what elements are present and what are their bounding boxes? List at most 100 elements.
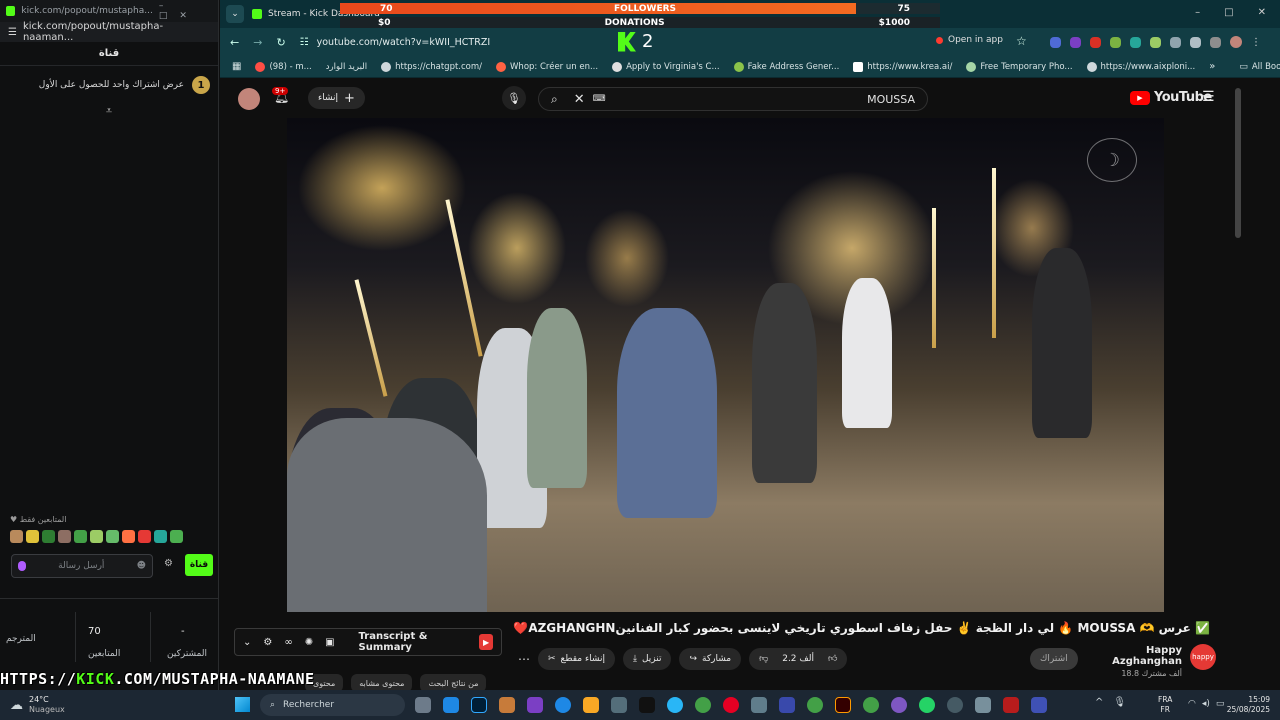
weather-widget[interactable]: ☁ 24°C Nuageux xyxy=(10,695,65,715)
app-icon[interactable] xyxy=(807,697,823,713)
search-box[interactable]: ⌕ ✕ ⌨ MOUSSA xyxy=(538,87,928,111)
create-button[interactable]: إنشاء + xyxy=(308,87,365,109)
bookmark-item[interactable]: https://www.aixploni... xyxy=(1086,61,1195,72)
forward-icon[interactable]: → xyxy=(253,36,262,49)
clear-search-icon[interactable]: ✕ xyxy=(574,92,585,107)
address-bar[interactable]: youtube.com/watch?v=kWII_HCTRZI xyxy=(317,37,491,48)
app-icon[interactable] xyxy=(751,697,767,713)
bookmark-item[interactable]: Fake Address Gener... xyxy=(733,61,839,72)
tiktok-icon[interactable] xyxy=(639,697,655,713)
like-dislike-button[interactable]: 👎︎ 2.2 ألف 👍︎ xyxy=(749,648,848,670)
teams-icon[interactable] xyxy=(527,697,543,713)
app-icon[interactable] xyxy=(1031,697,1047,713)
chat-message-input[interactable]: أرسل رسالة ☻ xyxy=(11,554,153,578)
mic-icon[interactable]: 🎙︎ xyxy=(502,86,526,110)
open-in-app-button[interactable]: Open in app xyxy=(936,35,1003,45)
window-controls[interactable]: – □ ✕ xyxy=(1195,7,1266,18)
youtube-logo[interactable]: ▶ YouTube xyxy=(1130,90,1212,105)
emote-icon[interactable] xyxy=(74,530,87,543)
apps-grid-icon[interactable]: ▦ xyxy=(232,61,241,72)
netflix-icon[interactable] xyxy=(1003,697,1019,713)
task-view-icon[interactable] xyxy=(415,697,431,713)
video-player[interactable]: ☽ xyxy=(287,118,1164,612)
clip-button[interactable]: ✂ إنشاء مقطع xyxy=(538,648,615,670)
downloads-icon[interactable] xyxy=(1210,36,1221,48)
app-icon[interactable] xyxy=(499,697,515,713)
clock[interactable]: 15:09 25/08/2025 xyxy=(1226,695,1270,715)
tab-search-icon[interactable]: ⌄ xyxy=(226,5,244,23)
more-options-icon[interactable]: ⋯ xyxy=(518,652,530,666)
emote-icon[interactable] xyxy=(90,530,103,543)
site-info-icon[interactable]: ☷ xyxy=(300,37,309,48)
collapse-icon[interactable]: ⩡ xyxy=(0,104,218,118)
app-icon[interactable] xyxy=(443,697,459,713)
window-controls[interactable]: –□✕ xyxy=(159,1,212,21)
bookmark-item[interactable]: Apply to Virginia's C... xyxy=(612,61,720,72)
chrome-icon[interactable] xyxy=(695,697,711,713)
share-button[interactable]: ↪ مشاركة xyxy=(679,648,742,670)
system-tray[interactable]: ^ 🎙︎ xyxy=(1095,697,1126,708)
emote-icon[interactable] xyxy=(42,530,55,543)
minimize-icon[interactable]: – xyxy=(1195,7,1200,18)
site-info-icon[interactable]: ☰ xyxy=(8,27,17,38)
popout-urlbar[interactable]: ☰ kick.com/popout/mustapha-naaman... xyxy=(0,21,218,43)
windows-start-icon[interactable] xyxy=(235,697,250,712)
app-icon[interactable] xyxy=(863,697,879,713)
profile-avatar[interactable] xyxy=(1230,36,1242,48)
network-volume-battery[interactable]: ◠ ◂) ▭ xyxy=(1188,699,1224,709)
all-bookmarks-folder[interactable]: ▭All Bookmarks xyxy=(1239,62,1280,72)
extension-icon[interactable] xyxy=(1150,36,1161,48)
emote-icon[interactable] xyxy=(154,530,167,543)
subscribe-button[interactable]: اشتراك xyxy=(1030,648,1078,670)
transcript-summary-widget[interactable]: ⌄ ⚙ ∞ ✺ ▣ Transcript & Summary ▶ xyxy=(234,628,502,656)
pinned-message[interactable]: عرض اشتراك واحد للحصول على الأول 1 xyxy=(8,76,210,94)
obs-icon[interactable] xyxy=(947,697,963,713)
menu-dots-icon[interactable]: ⋮ xyxy=(1251,37,1261,48)
extension-icon[interactable] xyxy=(1050,36,1061,48)
file-explorer-icon[interactable] xyxy=(583,697,599,713)
extension-icon[interactable] xyxy=(1090,36,1101,48)
back-icon[interactable]: ← xyxy=(230,36,239,49)
channel-info[interactable]: Happy Azghanghan 18.8 ألف مشترك xyxy=(1088,645,1182,678)
bookmark-star-icon[interactable]: ☆ xyxy=(1016,34,1027,48)
emote-row[interactable] xyxy=(10,530,183,543)
emote-icon[interactable] xyxy=(138,530,151,543)
language-indicator[interactable]: FRA FR xyxy=(1158,695,1172,715)
app-icon[interactable] xyxy=(779,697,795,713)
photoshop-icon[interactable] xyxy=(471,697,487,713)
reload-icon[interactable]: ↻ xyxy=(276,36,285,49)
bookmark-item[interactable]: https://www.krea.ai/ xyxy=(853,61,952,72)
download-button[interactable]: ⤓ تنزيل xyxy=(622,648,672,670)
illustrator-icon[interactable] xyxy=(835,697,851,713)
emoji-icon[interactable]: ☻ xyxy=(137,561,146,571)
bookmark-item[interactable]: Free Temporary Pho... xyxy=(966,61,1073,72)
whatsapp-icon[interactable] xyxy=(919,697,935,713)
popout-url[interactable]: kick.com/popout/mustapha-naaman... xyxy=(23,21,210,43)
bookmarks-overflow-icon[interactable]: » xyxy=(1209,61,1215,72)
extension-icon[interactable] xyxy=(1070,36,1081,48)
emote-icon[interactable] xyxy=(58,530,71,543)
taskbar-search[interactable]: ⌕ Rechercher xyxy=(260,694,405,716)
app-icon[interactable] xyxy=(891,697,907,713)
send-chat-button[interactable]: قناة xyxy=(185,554,213,576)
media-icon[interactable] xyxy=(1190,36,1201,48)
emote-icon[interactable] xyxy=(106,530,119,543)
bookmark-item[interactable]: البريد الوارد xyxy=(326,62,367,72)
bookmark-item[interactable]: Whop: Créer un en... xyxy=(496,61,598,72)
emote-icon[interactable] xyxy=(122,530,135,543)
emote-icon[interactable] xyxy=(170,530,183,543)
mic-icon[interactable] xyxy=(18,561,26,571)
user-avatar[interactable] xyxy=(238,88,260,110)
edge-icon[interactable] xyxy=(555,697,571,713)
gear-icon[interactable]: ⚙ xyxy=(164,558,173,569)
extension-icon[interactable] xyxy=(1130,36,1141,48)
hamburger-menu-icon[interactable]: ☰ xyxy=(1202,89,1215,105)
bookmark-item[interactable]: https://chatgpt.com/ xyxy=(381,61,482,72)
emote-icon[interactable] xyxy=(10,530,23,543)
app-icon[interactable] xyxy=(611,697,627,713)
puzzle-icon[interactable] xyxy=(1170,36,1181,48)
page-scrollbar[interactable] xyxy=(1235,88,1241,238)
close-icon[interactable]: ✕ xyxy=(1258,7,1266,18)
pinterest-icon[interactable] xyxy=(723,697,739,713)
app-icon[interactable] xyxy=(975,697,991,713)
